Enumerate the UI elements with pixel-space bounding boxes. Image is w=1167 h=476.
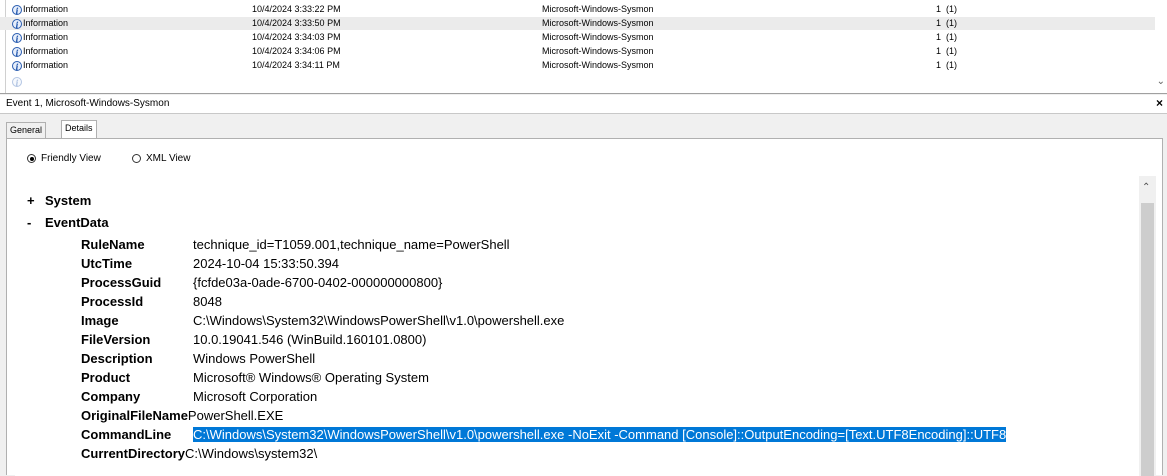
property-row: ProcessId 8048 (81, 292, 222, 311)
property-value[interactable]: C:\Windows\system32\ (185, 446, 317, 461)
event-date: 10/4/2024 3:34:03 PM (252, 32, 341, 42)
expand-icon[interactable]: + (27, 193, 45, 208)
xml-view-label: XML View (146, 153, 191, 164)
event-row[interactable]: i Information 10/4/2024 3:34:03 PM Micros… (0, 31, 1155, 44)
property-name: FileVersion (81, 332, 151, 347)
property-name: Company (81, 389, 141, 404)
property-row: OriginalFileNamePowerShell.EXE (81, 406, 283, 425)
close-icon[interactable]: × (1156, 96, 1163, 110)
property-value[interactable]: PowerShell.EXE (188, 408, 283, 423)
event-date: 10/4/2024 3:34:06 PM (252, 46, 341, 56)
event-level: Information (23, 18, 69, 28)
event-level: Information (23, 32, 69, 42)
information-icon: i (12, 60, 22, 72)
friendly-view-radio[interactable]: Friendly View (27, 153, 101, 164)
event-level: Information (23, 60, 69, 70)
property-name: CurrentDirectory (81, 446, 186, 461)
property-name: Description (81, 351, 153, 366)
section-system-label: System (45, 193, 92, 208)
property-row: CommandLine C:\Windows\System32\WindowsPo… (81, 425, 1007, 444)
xml-view-radio[interactable]: XML View (132, 153, 190, 164)
property-name: Image (81, 313, 119, 328)
event-row[interactable]: i Information 10/4/2024 3:33:22 PM Micros… (0, 3, 1155, 16)
event-id: 1 (1) (936, 18, 958, 28)
property-row: FileVersion 10.0.19041.546 (WinBuild.1601… (81, 330, 426, 349)
property-value[interactable]: 8048 (193, 294, 222, 309)
information-icon: i (12, 46, 22, 58)
details-tab-content: Friendly View XML View + System - EventDat… (6, 138, 1163, 476)
event-date: 10/4/2024 3:34:11 PM (252, 60, 340, 70)
event-source: Microsoft-Windows-Sysmon (542, 4, 654, 14)
information-icon: i (12, 4, 22, 16)
property-row: RuleName technique_id=T1059.001,technique… (81, 235, 510, 254)
scrollbar-thumb[interactable] (1141, 203, 1154, 476)
property-value[interactable]: 10.0.19041.546 (WinBuild.160101.0800) (193, 332, 426, 347)
details-pane[interactable]: + System - EventData RuleName technique_id=… (15, 176, 1143, 476)
property-name: OriginalFileName (81, 408, 188, 423)
collapse-icon[interactable]: - (27, 215, 45, 230)
event-level: Information (23, 46, 69, 56)
event-title: Event 1, Microsoft-Windows-Sysmon (6, 98, 170, 109)
property-name: ProcessGuid (81, 275, 162, 290)
property-row: Description Windows PowerShell (81, 349, 315, 368)
property-row: CurrentDirectoryC:\Windows\system32\ (81, 444, 317, 463)
section-eventdata-label: EventData (45, 215, 109, 230)
tab-general[interactable]: General (6, 122, 47, 138)
event-id: 1 (1) (936, 4, 958, 14)
event-row[interactable]: i Information 10/4/2024 3:34:11 PM Micros… (0, 59, 1155, 72)
friendly-view-label: Friendly View (41, 153, 101, 164)
property-value[interactable]: Microsoft Corporation (193, 389, 317, 404)
property-name: Product (81, 370, 131, 385)
chevron-down-icon[interactable]: ⌄ (1157, 76, 1165, 87)
radio-unchecked-icon (132, 154, 141, 163)
list-scrollbar[interactable]: ⌄ (1155, 0, 1167, 93)
property-name: CommandLine (81, 427, 172, 442)
property-name: ProcessId (81, 294, 144, 309)
radio-checked-icon (27, 154, 36, 163)
event-id: 1 (1) (936, 60, 958, 70)
event-date: 10/4/2024 3:33:50 PM (252, 18, 341, 28)
property-value-selected[interactable]: C:\Windows\System32\WindowsPowerShell\v1… (193, 427, 1007, 442)
information-icon: i (12, 77, 22, 88)
property-name: RuleName (81, 237, 145, 252)
event-source: Microsoft-Windows-Sysmon (542, 60, 654, 70)
property-value[interactable]: Microsoft® Windows® Operating System (193, 370, 429, 385)
event-source: Microsoft-Windows-Sysmon (542, 18, 654, 28)
event-row-partial[interactable]: i (0, 77, 1155, 93)
property-value[interactable]: C:\Windows\System32\WindowsPowerShell\v1… (193, 313, 564, 328)
event-list[interactable]: i Information 10/4/2024 3:33:22 PM Micros… (0, 0, 1167, 94)
event-row[interactable]: i Information 10/4/2024 3:34:06 PM Micros… (0, 45, 1155, 58)
property-row: Product Microsoft® Windows® Operating Sys… (81, 368, 429, 387)
property-name: UtcTime (81, 256, 133, 271)
property-row: UtcTime 2024-10-04 15:33:50.394 (81, 254, 339, 273)
event-id: 1 (1) (936, 32, 958, 42)
property-value[interactable]: 2024-10-04 15:33:50.394 (193, 256, 339, 271)
property-row: Company Microsoft Corporation (81, 387, 317, 406)
tab-details[interactable]: Details (61, 120, 97, 139)
event-date: 10/4/2024 3:33:22 PM (252, 4, 341, 14)
chevron-up-icon[interactable]: ⌃ (1142, 182, 1150, 193)
event-source: Microsoft-Windows-Sysmon (542, 46, 654, 56)
section-eventdata[interactable]: - EventData (27, 215, 109, 230)
property-value[interactable]: technique_id=T1059.001,technique_name=Po… (193, 237, 510, 252)
information-icon: i (12, 18, 22, 30)
event-row-selected[interactable]: i Information 10/4/2024 3:33:50 PM Micros… (0, 17, 1155, 30)
event-level: Information (23, 4, 69, 14)
section-system[interactable]: + System (27, 193, 91, 208)
information-icon: i (12, 32, 22, 44)
event-title-bar: Event 1, Microsoft-Windows-Sysmon × (0, 95, 1167, 114)
event-id: 1 (1) (936, 46, 958, 56)
details-scrollbar[interactable]: ⌃ (1139, 176, 1156, 476)
property-value[interactable]: Windows PowerShell (193, 351, 315, 366)
event-source: Microsoft-Windows-Sysmon (542, 32, 654, 42)
property-row: Image C:\Windows\System32\WindowsPowerShe… (81, 311, 564, 330)
property-row: ProcessGuid {fcfde03a-0ade-6700-0402-0000… (81, 273, 442, 292)
property-value[interactable]: {fcfde03a-0ade-6700-0402-000000000800} (193, 275, 442, 290)
